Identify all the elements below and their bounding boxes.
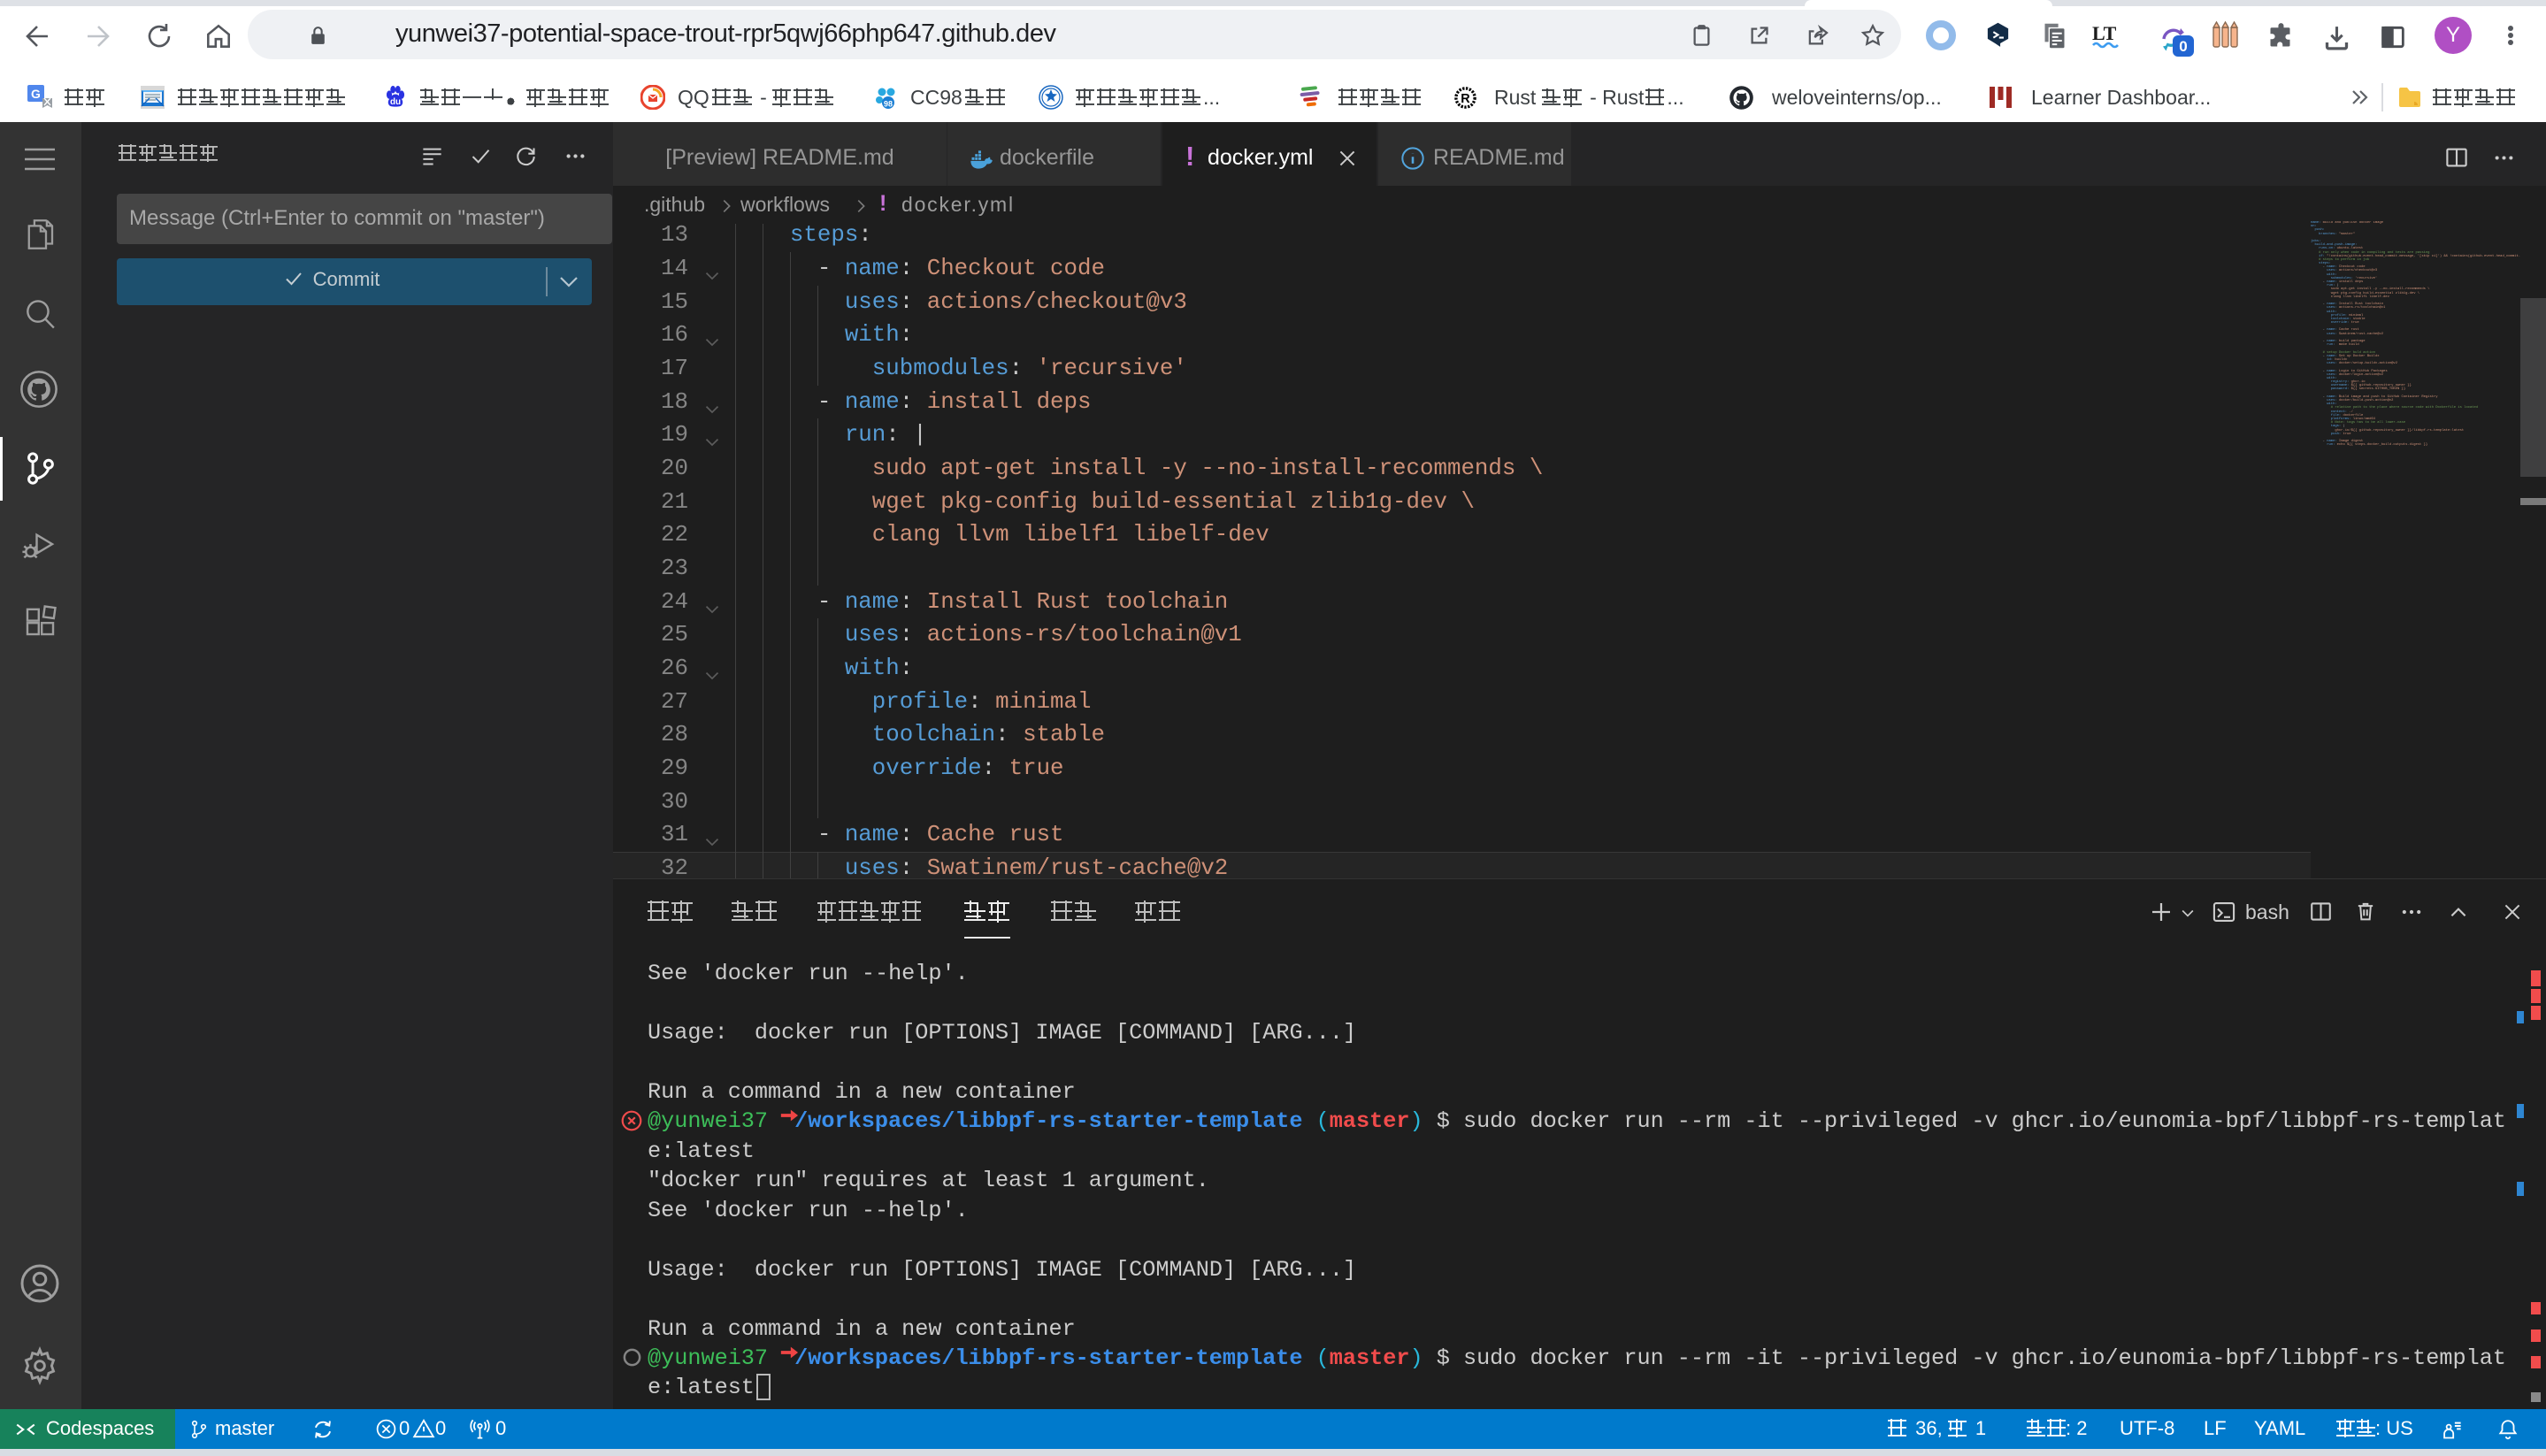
svg-text:R: R <box>1461 92 1470 106</box>
svg-text:0: 0 <box>2179 38 2187 55</box>
svg-text:98: 98 <box>884 100 893 109</box>
svg-text:du: du <box>390 97 401 107</box>
svg-text:G: G <box>31 87 41 101</box>
svg-text:LT: LT <box>2092 22 2117 44</box>
